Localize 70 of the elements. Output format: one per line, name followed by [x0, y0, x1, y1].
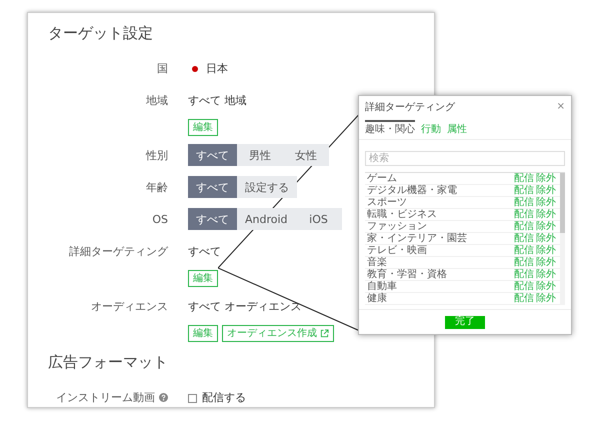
dialog-title: 詳細ターゲティング	[365, 100, 455, 114]
action-link[interactable]: 配信	[514, 294, 534, 304]
action-link[interactable]: 除外	[536, 234, 556, 244]
checkbox[interactable]	[188, 394, 197, 402]
field-label: オーディエンス	[91, 300, 168, 313]
field-value: すべて オーディエンス	[188, 299, 302, 315]
action-link[interactable]: 除外	[536, 246, 556, 256]
action-link[interactable]: 配信	[514, 246, 534, 256]
action-link[interactable]: 除外	[536, 294, 556, 304]
segment-option[interactable]: すべて	[188, 144, 237, 166]
category-item: 音楽	[367, 258, 387, 268]
edit-button[interactable]: 編集	[188, 325, 218, 342]
field-label: 年齢	[146, 181, 168, 194]
close-button[interactable]: ×	[556, 102, 565, 112]
field-label: インストリーム動画	[56, 391, 155, 404]
done-button[interactable]: 完了	[445, 316, 485, 328]
category-item: テレビ・映画	[367, 246, 427, 256]
action-link[interactable]: 除外	[536, 270, 556, 280]
field-label: 地域	[146, 94, 168, 107]
action-link[interactable]: 配信	[514, 282, 534, 292]
section-title: ターゲット設定	[48, 23, 153, 44]
action-link[interactable]: 配信	[514, 270, 534, 280]
field-value: すべて	[188, 244, 221, 260]
search-field[interactable]: 検索	[365, 151, 565, 166]
action-link[interactable]: 配信	[514, 198, 534, 208]
action-link[interactable]: 除外	[536, 186, 556, 196]
segment-option[interactable]: 女性	[283, 144, 329, 166]
segment-option[interactable]: 設定する	[237, 176, 297, 198]
action-link[interactable]: 除外	[536, 198, 556, 208]
action-link[interactable]: 配信	[514, 222, 534, 232]
category-item: スポーツ	[367, 198, 407, 208]
action-link[interactable]: 除外	[536, 258, 556, 268]
external-link-icon	[320, 329, 329, 338]
action-link[interactable]: 配信	[514, 174, 534, 184]
category-item: ファッション	[367, 222, 427, 232]
field-label: 詳細ターゲティング	[69, 245, 168, 258]
field-label: OS	[152, 213, 168, 226]
category-item: 家・インテリア・園芸	[367, 234, 467, 244]
category-item: 健康	[367, 294, 387, 304]
field-value: 日本	[206, 60, 228, 77]
segment-option[interactable]: 男性	[237, 144, 283, 166]
category-item: デジタル機器・家電	[367, 186, 457, 196]
action-link[interactable]: 配信	[514, 258, 534, 268]
action-link[interactable]: 除外	[536, 222, 556, 232]
edit-button[interactable]: 編集	[188, 119, 218, 136]
section-title: 広告フォーマット	[48, 352, 168, 373]
field-label: 国	[157, 62, 168, 75]
action-link[interactable]: 配信	[514, 186, 534, 196]
segment-option[interactable]: iOS	[296, 208, 342, 230]
edit-button[interactable]: 編集	[188, 270, 218, 287]
tab[interactable]: 属性	[447, 120, 467, 139]
field-label: 性別	[146, 149, 168, 162]
create-link-button[interactable]: オーディエンス作成	[222, 325, 334, 342]
checkbox-label: 配信する	[202, 390, 246, 406]
help-icon	[159, 393, 168, 402]
action-link[interactable]: 除外	[536, 282, 556, 292]
action-link[interactable]: 配信	[514, 210, 534, 220]
action-link[interactable]: 配信	[514, 234, 534, 244]
category-item: 教育・学習・資格	[367, 270, 447, 280]
category-item: 自動車	[367, 282, 397, 292]
category-item: 転職・ビジネス	[367, 210, 437, 220]
action-link[interactable]: 除外	[536, 210, 556, 220]
tab[interactable]: 行動	[421, 120, 441, 139]
segment-option[interactable]: Android	[237, 208, 296, 230]
tab[interactable]: 趣味・関心	[365, 120, 415, 139]
field-value: すべて 地域	[188, 93, 246, 109]
segment-option[interactable]: すべて	[188, 176, 237, 198]
category-item: ゲーム	[367, 174, 397, 184]
action-link[interactable]: 除外	[536, 174, 556, 184]
segment-option[interactable]: すべて	[188, 208, 237, 230]
